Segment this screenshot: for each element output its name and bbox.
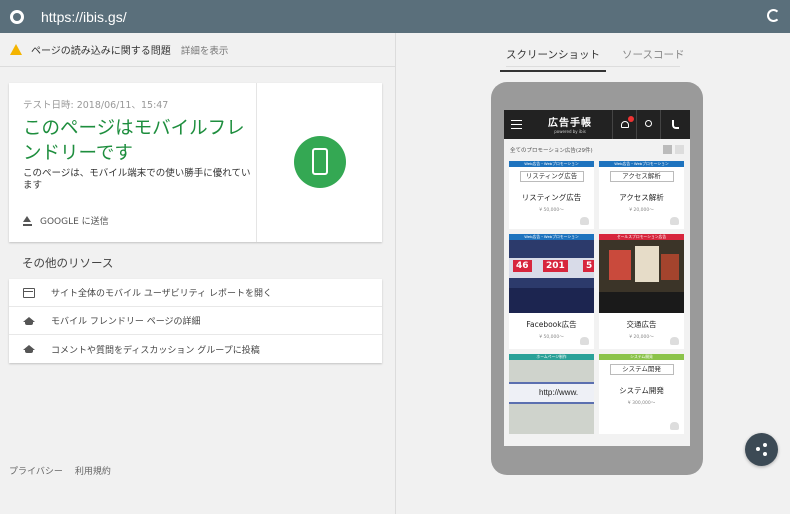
- phone-preview: 広告手帳 powered by ibis 全てのプロモーション広告(29件) W…: [491, 82, 703, 475]
- tile-photo: [599, 240, 684, 313]
- tile-tag: システム開発: [599, 354, 684, 360]
- browser-bar: https://ibis.gs/: [0, 0, 790, 33]
- heart-icon: [670, 337, 679, 345]
- heart-icon: [670, 422, 679, 430]
- tab-underline: [506, 66, 680, 67]
- view-toggle: [663, 145, 684, 154]
- search-icon: [645, 120, 652, 127]
- results-panel: ページの読み込みに関する問題 詳細を表示 テスト日時: 2018/06/11、1…: [0, 33, 396, 514]
- card-divider: [256, 83, 257, 242]
- photo-number: 201: [543, 260, 568, 272]
- tile-name: 交通広告: [626, 320, 657, 329]
- favorites-button: [612, 110, 636, 139]
- tile-thumb-text: システム開発: [609, 364, 674, 375]
- school-icon: [23, 344, 35, 354]
- view-details-link[interactable]: 詳細を表示: [181, 43, 229, 57]
- reload-icon[interactable]: [767, 9, 780, 22]
- url-text[interactable]: https://ibis.gs/: [41, 9, 127, 25]
- tile-price: ¥ 300,000〜: [627, 401, 656, 406]
- photo-url-text: http://www.: [539, 388, 579, 397]
- app-logo-text: 広告手帳: [548, 118, 592, 129]
- menu-icon: [511, 120, 522, 129]
- resource-label: サイト全体のモバイル ユーザビリティ レポートを開く: [51, 289, 273, 299]
- school-icon: [23, 316, 35, 326]
- notification-dot: [628, 116, 634, 122]
- phone-call-button: [660, 110, 690, 139]
- submit-to-google-button[interactable]: GOOGLE に送信: [23, 214, 109, 227]
- load-issue-banner: ページの読み込みに関する問題 詳細を表示: [0, 33, 395, 67]
- privacy-link[interactable]: プライバシー: [9, 464, 63, 477]
- promo-count-text: 全てのプロモーション広告(29件): [510, 148, 593, 154]
- list-view-icon: [675, 145, 684, 154]
- globe-icon: [10, 9, 24, 24]
- heart-icon: [621, 121, 629, 128]
- mobile-friendly-badge: [294, 136, 346, 188]
- share-button[interactable]: [745, 433, 778, 466]
- submit-to-google-label: GOOGLE に送信: [40, 217, 109, 227]
- upload-icon: [23, 215, 32, 226]
- tile-name: システム開発: [619, 386, 664, 395]
- result-description: このページは、モバイル端末での使い勝手に優れています: [23, 168, 251, 191]
- tile-photo: http://www.: [509, 360, 594, 434]
- tab-screenshot[interactable]: スクリーンショット: [500, 47, 606, 72]
- heart-icon: [580, 337, 589, 345]
- share-icon-node: [756, 447, 760, 451]
- heart-icon: [670, 217, 679, 225]
- promo-tile: Web広告・Webプロモーション 46 201 5 Facebook広告 ¥ 5…: [509, 234, 594, 349]
- promo-tile: ホームページ制作 http://www.: [509, 354, 594, 434]
- warning-triangle-icon: [10, 44, 22, 55]
- app-logo: 広告手帳 powered by ibis: [548, 114, 592, 134]
- tile-name: アクセス解析: [619, 193, 664, 202]
- result-card: テスト日時: 2018/06/11、15:47 このページはモバイルフレンドリー…: [9, 83, 382, 242]
- resource-label: コメントや質問をディスカッション グループに投稿: [51, 345, 260, 356]
- heart-icon: [580, 217, 589, 225]
- phone-icon: [672, 120, 679, 129]
- resource-mobile-friendly-details[interactable]: モバイル フレンドリー ページの詳細: [9, 307, 382, 335]
- tile-tag: Web広告・Webプロモーション: [509, 161, 594, 167]
- search-button: [636, 110, 660, 139]
- report-icon: [23, 287, 35, 298]
- resource-discussion-group[interactable]: コメントや質問をディスカッション グループに投稿: [9, 335, 382, 363]
- tile-photo: 46 201 5: [509, 240, 594, 313]
- promo-tile: Web広告・Webプロモーション アクセス解析 アクセス解析 ¥ 20,000〜: [599, 161, 684, 229]
- phone-screen: 広告手帳 powered by ibis 全てのプロモーション広告(29件) W…: [504, 110, 690, 446]
- mobile-phone-icon: [312, 148, 328, 175]
- preview-tabs: スクリーンショット ソースコード: [500, 47, 700, 72]
- test-date: テスト日時: 2018/06/11、15:47: [23, 100, 169, 111]
- promo-count-bar: 全てのプロモーション広告(29件): [504, 139, 690, 161]
- resources-title: その他のリソース: [22, 256, 114, 270]
- terms-link[interactable]: 利用規約: [75, 464, 111, 477]
- preview-panel: スクリーンショット ソースコード 広告手帳 powered by ibis 全て…: [397, 33, 790, 514]
- photo-number: 46: [513, 260, 532, 272]
- promo-tile: システム開発 システム開発 システム開発 ¥ 300,000〜: [599, 354, 684, 434]
- promo-tile: セールスプロモーション広告 交通広告 ¥ 20,000〜: [599, 234, 684, 349]
- promo-tile: Web広告・Webプロモーション リスティング広告 リスティング広告 ¥ 50,…: [509, 161, 594, 229]
- tile-thumb-text: リスティング広告: [519, 171, 584, 182]
- tile-tag: Web広告・Webプロモーション: [599, 161, 684, 167]
- tile-name: Facebook広告: [526, 320, 577, 329]
- tile-thumb-text: アクセス解析: [609, 171, 674, 182]
- app-powered-text: powered by ibis: [554, 129, 586, 134]
- resource-usability-report[interactable]: サイト全体のモバイル ユーザビリティ レポートを開く: [9, 279, 382, 307]
- resource-label: モバイル フレンドリー ページの詳細: [51, 317, 201, 327]
- result-headline: このページはモバイルフレンドリーです: [23, 118, 245, 164]
- share-icon: [763, 443, 767, 447]
- photo-number: 5: [583, 260, 594, 272]
- load-issue-text: ページの読み込みに関する問題: [31, 46, 171, 57]
- tile-price: ¥ 20,000〜: [629, 208, 654, 213]
- tile-name: リスティング広告: [521, 193, 582, 202]
- tab-source-code[interactable]: ソースコード: [616, 47, 690, 72]
- app-header: 広告手帳 powered by ibis: [504, 110, 690, 139]
- grid-view-icon: [663, 145, 672, 154]
- footer: プライバシー 利用規約: [9, 464, 111, 477]
- share-icon-node: [763, 452, 767, 456]
- tile-price: ¥ 50,000〜: [539, 208, 564, 213]
- resources-list: サイト全体のモバイル ユーザビリティ レポートを開く モバイル フレンドリー ペ…: [9, 279, 382, 363]
